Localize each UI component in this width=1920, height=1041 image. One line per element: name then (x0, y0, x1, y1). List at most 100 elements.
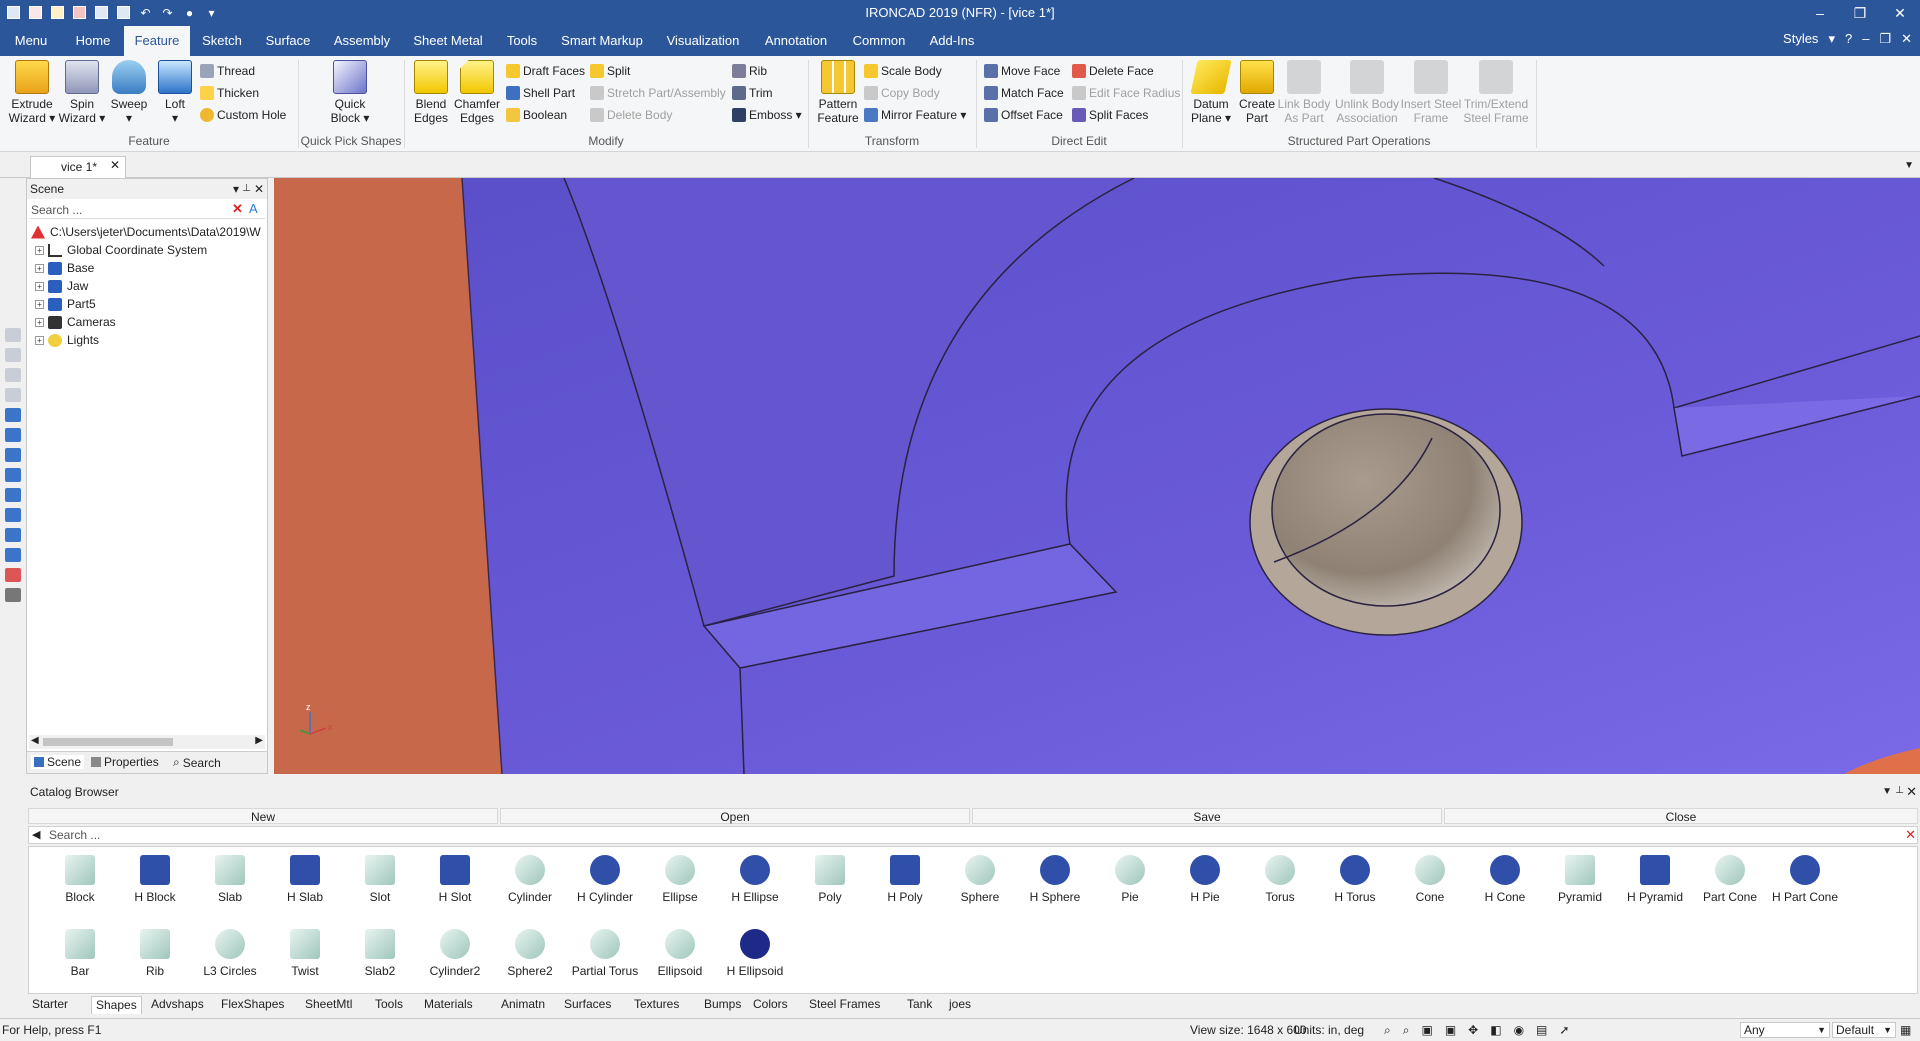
tree-item[interactable]: + Jaw (35, 277, 88, 295)
view-icon[interactable] (5, 328, 21, 342)
horizontal-scrollbar[interactable]: ◀ ▶ (29, 735, 265, 749)
catalog-tab[interactable]: Surfaces (560, 996, 615, 1014)
match-face-button[interactable]: Match Face (984, 84, 1064, 102)
offset-face-button[interactable]: Offset Face (984, 106, 1063, 124)
move-face-button[interactable]: Move Face (984, 62, 1060, 80)
scene-search-input[interactable]: Search ... (29, 201, 265, 219)
cube-view-icon[interactable] (5, 488, 21, 502)
expand-icon[interactable]: + (35, 317, 44, 327)
split-faces-button[interactable]: Split Faces (1072, 106, 1148, 124)
expand-icon[interactable]: + (35, 263, 44, 273)
draft-faces-button[interactable]: Draft Faces (506, 62, 585, 80)
shape-item[interactable]: H Cone (1468, 855, 1542, 904)
spin-wizard-button[interactable]: Spin Wizard ▾ (58, 60, 106, 125)
trim-button[interactable]: Trim (732, 84, 773, 102)
section-icon[interactable]: ▤ (1536, 1023, 1547, 1038)
tab-assembly[interactable]: Assembly (328, 26, 396, 56)
sweep-button[interactable]: Sweep ▾ (108, 60, 150, 125)
delete-body-button[interactable]: Delete Body (590, 106, 672, 124)
cube-view-icon[interactable] (5, 468, 21, 482)
chamfer-edges-button[interactable]: Chamfer Edges (454, 60, 500, 125)
shape-item[interactable]: Torus (1243, 855, 1317, 904)
shape-item[interactable]: Pyramid (1543, 855, 1617, 904)
catalog-pin-icon[interactable]: ⊥ (1895, 785, 1904, 796)
stretch-part-button[interactable]: Stretch Part/Assembly (590, 84, 726, 102)
blend-edges-button[interactable]: Blend Edges (410, 60, 452, 125)
shape-item[interactable]: H Pyramid (1618, 855, 1692, 904)
shape-item[interactable]: H Ellipsoid (718, 929, 792, 978)
rib-button[interactable]: Rib (732, 62, 767, 80)
display-icon[interactable]: ▣ (1421, 1023, 1432, 1038)
tree-root[interactable]: C:\Users\jeter\Documents\Data\2019\W (31, 223, 261, 241)
shape-item[interactable]: Poly (793, 855, 867, 904)
catalog-tab[interactable]: Steel Frames (805, 996, 884, 1014)
copy-body-button[interactable]: Copy Body (864, 84, 940, 102)
shape-item[interactable]: Cone (1393, 855, 1467, 904)
split-button[interactable]: Split (590, 62, 630, 80)
view-icon[interactable] (5, 388, 21, 402)
tab-sheet-metal[interactable]: Sheet Metal (408, 26, 488, 56)
tab-feature[interactable]: Feature (124, 26, 190, 56)
cube-view-icon[interactable] (5, 508, 21, 522)
shape-item[interactable]: H Part Cone (1768, 855, 1842, 904)
panel-close-icon[interactable]: ✕ (254, 179, 264, 199)
shape-item[interactable]: H Cylinder (568, 855, 642, 904)
shape-item[interactable]: Slot (343, 855, 417, 904)
custom-hole-button[interactable]: Custom Hole (200, 106, 286, 124)
measure-icon[interactable] (5, 568, 21, 582)
catalog-close-button[interactable]: Close (1444, 808, 1918, 824)
zoom-window-icon[interactable]: ⌕ (1403, 1023, 1410, 1038)
tab-search[interactable]: ⌕ Search (173, 755, 221, 770)
tab-scene[interactable]: Scene (31, 755, 85, 769)
view-icon[interactable] (5, 348, 21, 362)
shape-item[interactable]: H Block (118, 855, 192, 904)
shade-icon[interactable]: ◧ (1490, 1023, 1501, 1038)
mdi-close-icon[interactable]: ✕ (1901, 31, 1912, 47)
tab-tools[interactable]: Tools (500, 26, 544, 56)
shape-item[interactable]: L3 Circles (193, 929, 267, 978)
create-part-button[interactable]: Create Part (1236, 60, 1278, 125)
tree-item[interactable]: + Global Coordinate System (35, 241, 207, 259)
shape-item[interactable]: Cylinder2 (418, 929, 492, 978)
shape-item[interactable]: Rib (118, 929, 192, 978)
scroll-left-icon[interactable]: ◀ (31, 735, 39, 746)
extrude-wizard-button[interactable]: Extrude Wizard ▾ (6, 60, 58, 125)
shape-item[interactable]: Ellipse (643, 855, 717, 904)
catalog-tab[interactable]: Tank (903, 996, 936, 1014)
shape-item[interactable]: Partial Torus (568, 929, 642, 978)
shape-item[interactable]: Pie (1093, 855, 1167, 904)
tab-annotation[interactable]: Annotation (758, 26, 834, 56)
cube-view-icon[interactable] (5, 528, 21, 542)
styles-menu[interactable]: Styles (1783, 31, 1818, 47)
tree-item[interactable]: + Lights (35, 331, 99, 349)
camera-icon[interactable]: ◉ (1514, 1023, 1524, 1038)
catalog-dropdown-icon[interactable]: ▼ (1882, 786, 1892, 797)
catalog-tab[interactable]: Materials (420, 996, 477, 1014)
shell-part-button[interactable]: Shell Part (506, 84, 575, 102)
selection-filter-select[interactable]: Any ▼ (1740, 1022, 1830, 1038)
restore-button[interactable]: ❐ (1840, 0, 1880, 26)
tab-home[interactable]: Home (68, 26, 118, 56)
catalog-tab[interactable]: FlexShapes (217, 996, 288, 1014)
cube-view-icon[interactable] (5, 408, 21, 422)
close-doc-icon[interactable]: ✕ (110, 158, 120, 172)
catalog-close-icon[interactable]: ✕ (1906, 784, 1917, 800)
tab-common[interactable]: Common (846, 26, 912, 56)
catalog-tab[interactable]: Starter (28, 996, 72, 1014)
cube-view-icon[interactable] (5, 428, 21, 442)
catalog-tab[interactable]: SheetMtl (301, 996, 356, 1014)
shape-item[interactable]: Block (43, 855, 117, 904)
shape-item[interactable]: H Ellipse (718, 855, 792, 904)
cube-view-icon[interactable] (5, 548, 21, 562)
shape-item[interactable]: H Slot (418, 855, 492, 904)
trim-extend-steel-button[interactable]: Trim/Extend Steel Frame (1462, 60, 1530, 125)
minimize-button[interactable]: – (1800, 0, 1840, 26)
catalog-tab[interactable]: Bumps (700, 996, 745, 1014)
catalog-new-button[interactable]: New (28, 808, 498, 824)
datum-plane-button[interactable]: Datum Plane ▾ (1188, 60, 1234, 125)
emboss-button[interactable]: Emboss ▾ (732, 106, 802, 124)
catalog-save-button[interactable]: Save (972, 808, 1442, 824)
close-button[interactable]: ✕ (1880, 0, 1920, 26)
status-settings-icon[interactable]: ▦ (1900, 1023, 1911, 1037)
shape-item[interactable]: H Poly (868, 855, 942, 904)
